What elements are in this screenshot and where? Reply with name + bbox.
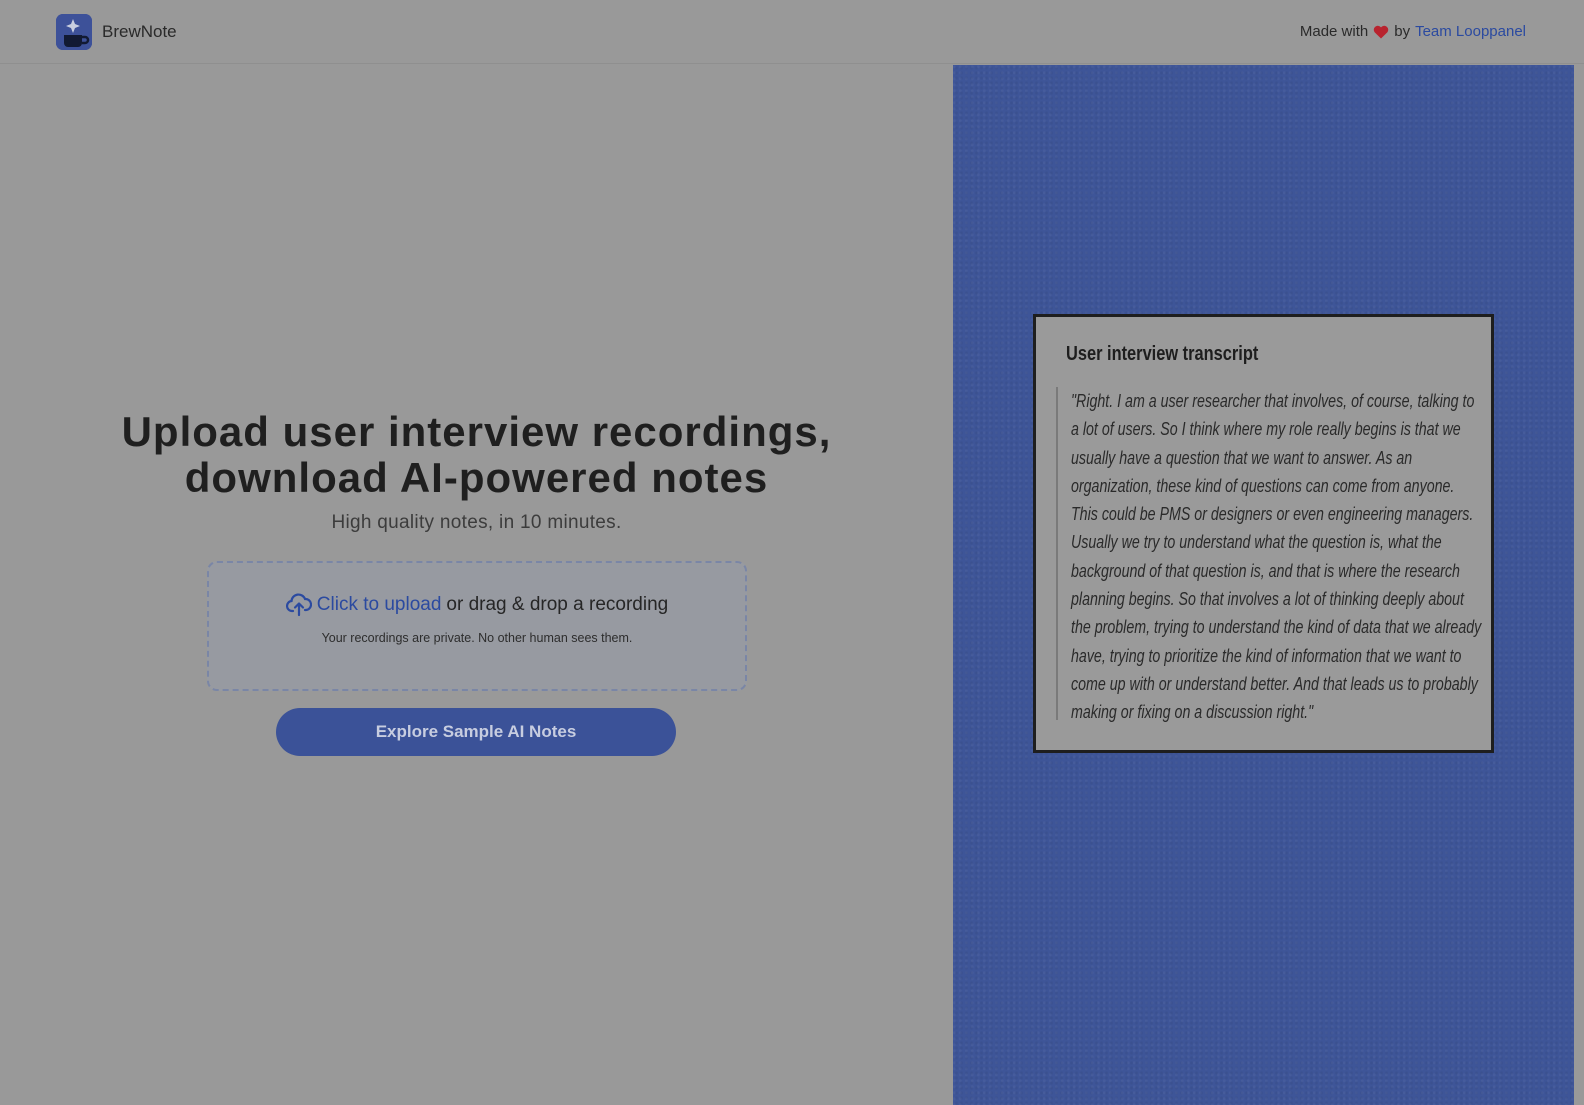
title-line-2: download AI-powered notes	[184, 454, 769, 501]
page-subtitle: High quality notes, in 10 minutes.	[331, 512, 622, 533]
heart-icon	[1373, 25, 1389, 39]
team-looppanel-link[interactable]: Team Looppanel	[1415, 23, 1526, 40]
page-scrollbar[interactable]	[1574, 65, 1584, 1105]
transcript-quote: "Right. I am a user researcher that invo…	[1056, 387, 1496, 722]
credit-prefix: Made with	[1299, 23, 1369, 40]
page: BrewNote Made with by Team Looppanel Upl…	[0, 0, 1584, 1105]
title-line-1: Upload user interview recordings,	[121, 408, 832, 455]
credit-by: by	[1394, 23, 1411, 40]
transcript-title: User interview transcript	[1066, 343, 1259, 365]
transcript-quote-text: "Right. I am a user researcher that invo…	[1071, 391, 1482, 723]
brewnote-logo-icon[interactable]	[56, 14, 92, 50]
page-title: Upload user interview recordings, downlo…	[0, 409, 953, 501]
brand-name[interactable]: BrewNote	[102, 22, 177, 42]
upload-dropzone[interactable]: Click to upload or drag & drop a recordi…	[207, 561, 747, 691]
top-header: BrewNote Made with by Team Looppanel	[0, 0, 1584, 64]
explore-sample-notes-button[interactable]: Explore Sample AI Notes	[276, 708, 676, 756]
click-to-upload-link[interactable]: Click to upload	[317, 594, 442, 616]
brand[interactable]: BrewNote	[56, 14, 177, 50]
hero-section: Upload user interview recordings, downlo…	[0, 64, 953, 1105]
cloud-upload-icon[interactable]	[285, 593, 312, 617]
made-with-credit: Made with by Team Looppanel	[1300, 23, 1526, 40]
transcript-card: User interview transcript "Right. I am a…	[1033, 314, 1494, 753]
privacy-note: Your recordings are private. No other hu…	[321, 631, 633, 645]
drag-drop-label: or drag & drop a recording	[446, 594, 669, 615]
upload-prompt: Click to upload or drag & drop a recordi…	[209, 593, 745, 617]
